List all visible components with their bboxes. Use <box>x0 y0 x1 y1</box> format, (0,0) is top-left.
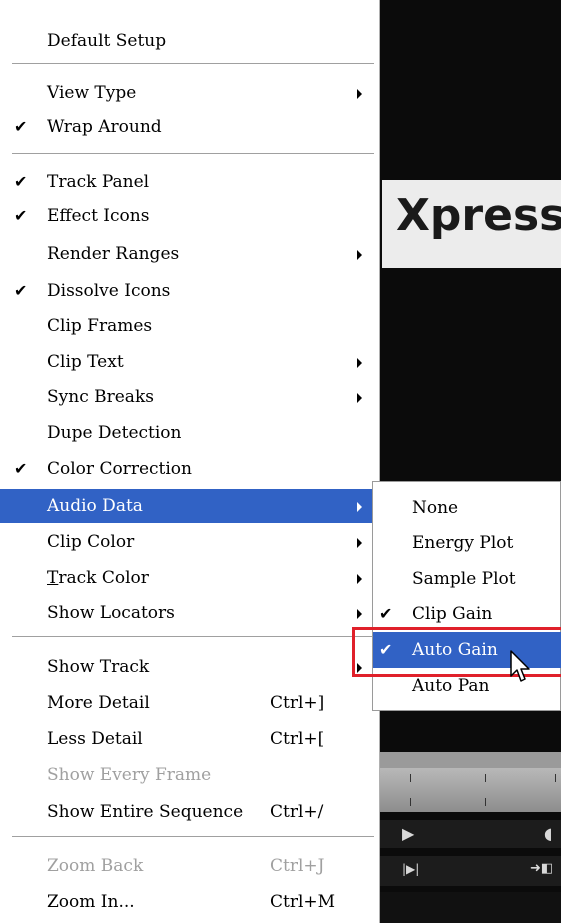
menu-item-render-ranges[interactable]: Render Ranges <box>0 237 379 271</box>
menu-item-clip-color[interactable]: Clip Color <box>0 525 379 559</box>
play-in-to-out-icon[interactable]: |▶| <box>402 862 419 876</box>
menu-item-label: Zoom Back <box>47 856 144 876</box>
menu-item-show-every-frame: Show Every Frame <box>0 758 379 792</box>
menu-item-label: Clip Color <box>47 532 135 552</box>
menu-item-dissolve-icons[interactable]: ✔ Dissolve Icons <box>0 274 379 308</box>
ruler-tick <box>485 774 486 782</box>
submenu-item-sample-plot[interactable]: Sample Plot <box>373 561 561 597</box>
menu-item-shortcut: Ctrl+J <box>270 856 325 876</box>
menu-item-show-entire-sequence[interactable]: Show Entire Sequence Ctrl+/ <box>0 795 379 829</box>
menu-item-label: Sync Breaks <box>47 387 154 407</box>
checkmark-icon: ✔ <box>14 117 28 136</box>
menu-item-less-detail[interactable]: Less Detail Ctrl+[ <box>0 722 379 756</box>
ruler-tick <box>555 774 556 782</box>
checkmark-icon: ✔ <box>14 206 28 225</box>
menu-separator <box>12 63 374 65</box>
checkmark-icon: ✔ <box>14 281 28 300</box>
submenu-item-label: Sample Plot <box>412 569 516 589</box>
menu-item-label: Track Color <box>47 561 149 595</box>
menu-item-clip-text[interactable]: Clip Text <box>0 345 379 379</box>
menu-item-label: Color Correction <box>47 459 192 479</box>
go-to-mark-icon[interactable]: ➜◧ <box>530 861 553 876</box>
menu-item-zoom-back: Zoom Back Ctrl+J <box>0 849 379 883</box>
menu-item-label: Dissolve Icons <box>47 281 171 301</box>
menu-item-zoom-in[interactable]: Zoom In... Ctrl+M <box>0 885 379 919</box>
timeline-ruler[interactable] <box>380 768 561 812</box>
mouse-cursor-icon <box>510 650 530 682</box>
submenu-arrow-icon <box>357 250 362 260</box>
menu-item-shortcut: Ctrl+M <box>270 892 336 912</box>
menu-item-clip-frames[interactable]: Clip Frames <box>0 309 379 343</box>
menu-item-label: Default Setup <box>47 31 167 51</box>
transport-controls-row: ▶ ◖ <box>380 820 561 848</box>
transport-controls-row: |▶| ➜◧ <box>380 856 561 886</box>
menu-item-sync-breaks[interactable]: Sync Breaks <box>0 380 379 414</box>
menu-item-track-panel[interactable]: ✔ Track Panel <box>0 165 379 199</box>
menu-item-view-type[interactable]: View Type <box>0 76 379 110</box>
ruler-tick <box>410 798 411 806</box>
menu-item-default-setup[interactable]: Default Setup <box>0 24 379 58</box>
menu-item-label: Wrap Around <box>47 117 162 137</box>
menu-item-audio-data[interactable]: Audio Data <box>0 489 379 523</box>
menu-item-label: Render Ranges <box>47 244 180 264</box>
menu-separator <box>12 153 374 155</box>
menu-item-label: Less Detail <box>47 729 143 749</box>
menu-item-dupe-detection[interactable]: Dupe Detection <box>0 416 379 450</box>
menu-item-show-track[interactable]: Show Track <box>0 650 379 684</box>
menu-item-more-detail[interactable]: More Detail Ctrl+] <box>0 686 379 720</box>
menu-item-shortcut: Ctrl+[ <box>270 729 325 749</box>
submenu-item-energy-plot[interactable]: Energy Plot <box>373 525 561 561</box>
menu-item-label: Zoom In... <box>47 892 135 912</box>
menu-item-label: More Detail <box>47 693 150 713</box>
submenu-arrow-icon <box>357 393 362 403</box>
menu-separator <box>12 636 374 638</box>
menu-item-wrap-around[interactable]: ✔ Wrap Around <box>0 110 379 144</box>
menu-item-label: Show Locators <box>47 603 175 623</box>
menu-item-show-locators[interactable]: Show Locators <box>0 596 379 630</box>
menu-item-label: Show Every Frame <box>47 765 212 785</box>
mark-in-icon[interactable]: ◖ <box>544 824 552 843</box>
submenu-arrow-icon <box>357 609 362 619</box>
menu-item-label: Effect Icons <box>47 206 150 226</box>
play-icon[interactable]: ▶ <box>402 824 414 843</box>
submenu-arrow-icon <box>357 89 362 99</box>
menu-item-label: Dupe Detection <box>47 423 182 443</box>
menu-item-label: Clip Text <box>47 352 124 372</box>
menu-item-label: Clip Frames <box>47 316 153 336</box>
menu-item-track-color[interactable]: Track Color <box>0 561 379 595</box>
ruler-tick <box>410 774 411 782</box>
mnemonic-letter: T <box>47 568 59 588</box>
submenu-item-label: None <box>412 498 459 518</box>
menu-item-color-correction[interactable]: ✔ Color Correction <box>0 452 379 486</box>
checkmark-icon: ✔ <box>14 459 28 478</box>
submenu-arrow-icon <box>357 538 362 548</box>
checkmark-icon: ✔ <box>14 172 28 191</box>
submenu-item-label: Energy Plot <box>412 533 514 553</box>
menu-item-label: View Type <box>47 83 137 103</box>
menu-item-label: Show Track <box>47 657 150 677</box>
timeline-bottom-bar <box>380 892 561 923</box>
menu-item-shortcut: Ctrl+/ <box>270 802 324 822</box>
menu-item-label-rest: rack Color <box>58 568 149 588</box>
submenu-arrow-icon <box>357 574 362 584</box>
menu-item-shortcut: Ctrl+] <box>270 693 325 713</box>
ruler-tick <box>485 798 486 806</box>
menu-item-label: Show Entire Sequence <box>47 802 244 822</box>
menu-item-label: Track Panel <box>47 172 150 192</box>
menu-item-effect-icons[interactable]: ✔ Effect Icons <box>0 199 379 233</box>
submenu-arrow-icon <box>357 502 362 512</box>
menu-separator <box>12 836 374 838</box>
xpress-banner: Xpress <box>382 180 561 268</box>
menu-item-label: Audio Data <box>47 496 143 516</box>
submenu-item-none[interactable]: None <box>373 490 561 526</box>
submenu-arrow-icon <box>357 358 362 368</box>
timeline-context-menu: Default Setup View Type ✔ Wrap Around ✔ … <box>0 0 380 923</box>
